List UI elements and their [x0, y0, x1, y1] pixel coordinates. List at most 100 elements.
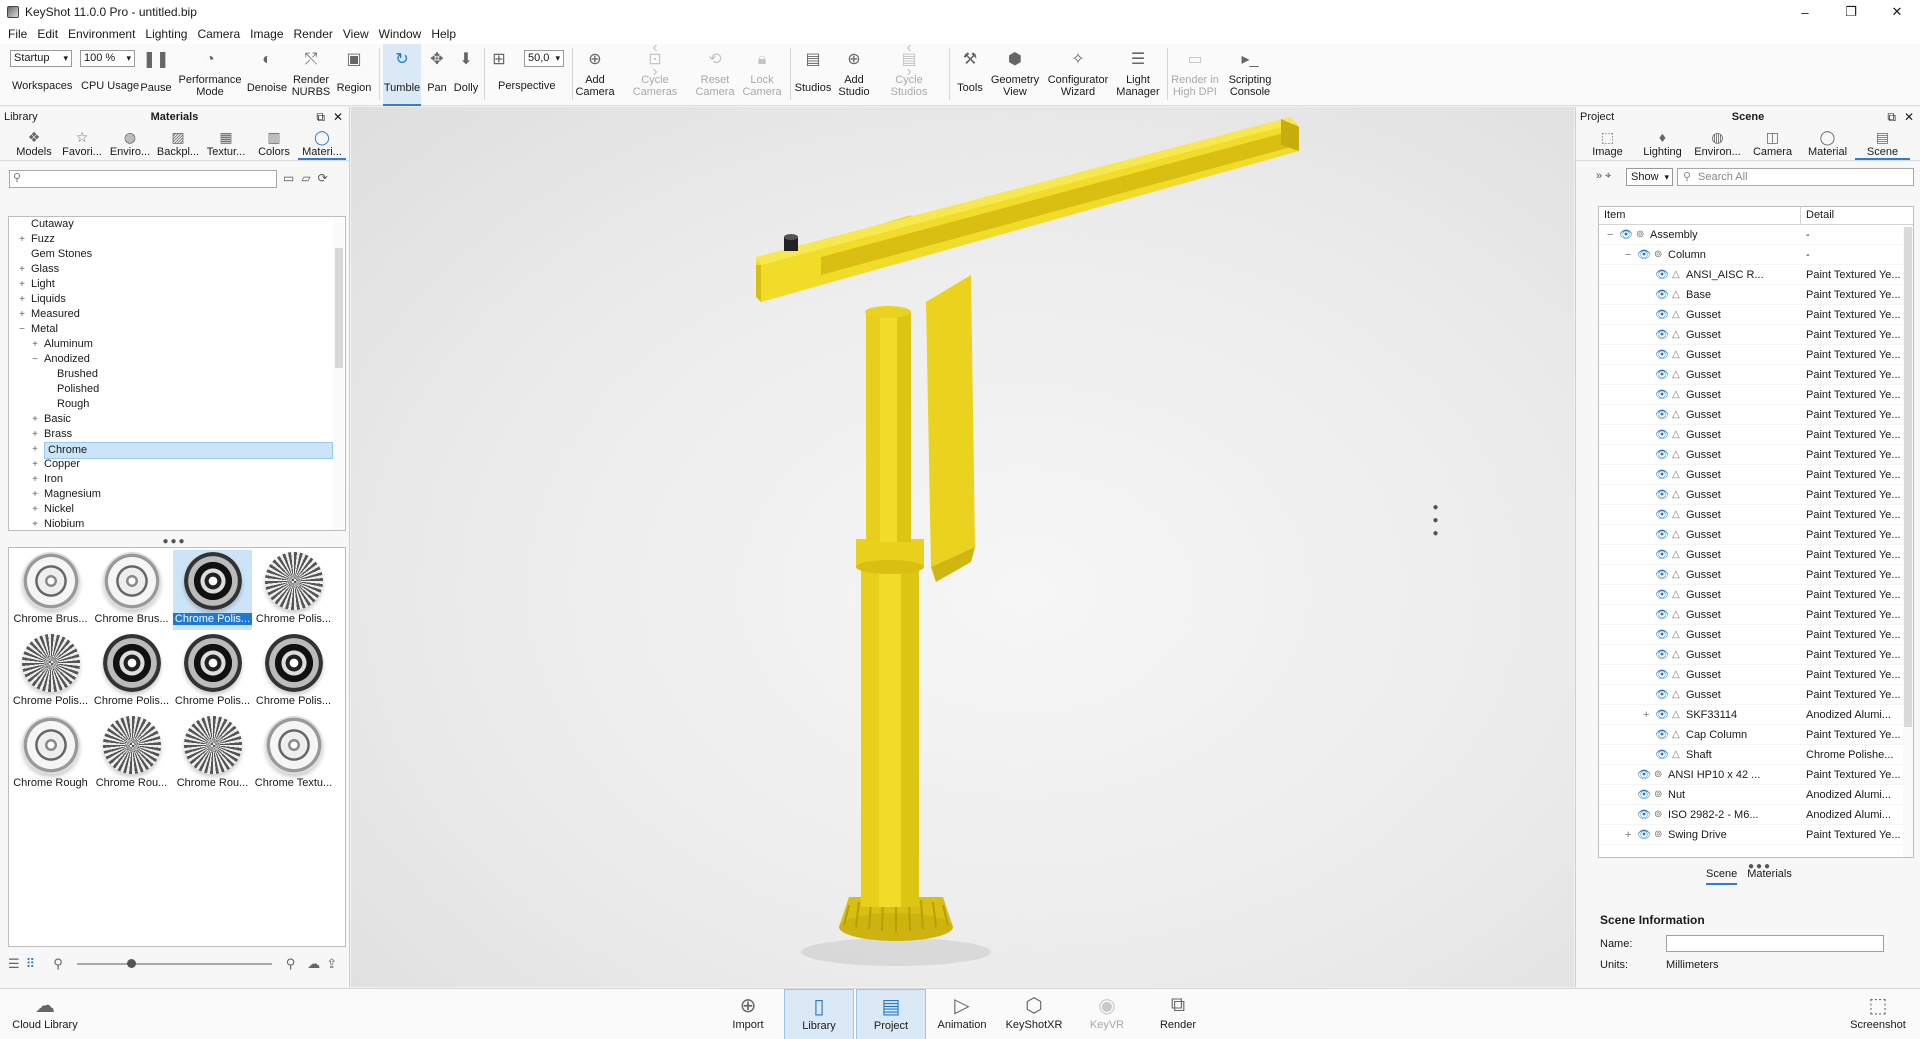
folder-icon[interactable]: ▭ [283, 171, 294, 185]
tree-item[interactable]: − Metal [9, 322, 345, 337]
cycle-cameras-button[interactable]: ‹ ⊡ › Cycle Cameras [626, 40, 684, 106]
expand-icon[interactable]: + [30, 337, 40, 352]
scene-tree-row[interactable]: 👁︎ △ Gusset Paint Textured Ye... [1599, 605, 1913, 625]
tab-scene[interactable]: ▤ Scene [1855, 127, 1910, 160]
scene-tree-row[interactable]: 👁︎ △ Gusset Paint Textured Ye... [1599, 665, 1913, 685]
tree-item[interactable]: + Brass [9, 427, 345, 442]
add-camera-button[interactable]: ⊕ Add Camera [575, 44, 615, 106]
scene-tree-row[interactable]: 👁︎ △ Gusset Paint Textured Ye... [1599, 565, 1913, 585]
detail-column-header[interactable]: Detail [1801, 207, 1834, 224]
library-toggle-button[interactable]: ▯ Library [784, 989, 854, 1039]
tab-models[interactable]: ❖ Models [10, 127, 58, 160]
viewport-splitter-handle[interactable]: ●●● [1430, 502, 1450, 541]
expand-icon[interactable]: + [30, 427, 40, 442]
zoom-out-icon[interactable]: ⚲ [53, 956, 63, 972]
tree-item[interactable]: + Light [9, 277, 345, 292]
tree-item[interactable]: Gem Stones [9, 247, 345, 262]
scene-tree-row[interactable]: 👁︎ △ Cap Column Paint Textured Ye... [1599, 725, 1913, 745]
tree-item[interactable]: + Aluminum [9, 337, 345, 352]
menu-file[interactable]: File [3, 27, 32, 41]
menu-environment[interactable]: Environment [63, 27, 140, 41]
tree-item[interactable]: + Glass [9, 262, 345, 277]
add-studio-button[interactable]: ⊕ Add Studio [836, 44, 872, 106]
fov-icon-button[interactable]: ⊞ [490, 44, 508, 106]
upload-icon[interactable]: ⇪ [326, 956, 337, 972]
tree-item[interactable]: + Copper [9, 457, 345, 472]
collapse-icon[interactable]: − [17, 322, 27, 337]
material-thumbnail[interactable]: Chrome Polis... [173, 550, 252, 630]
scene-tree-row[interactable]: 👁︎ △ Gusset Paint Textured Ye... [1599, 345, 1913, 365]
tab-environments[interactable]: ◍ Enviro... [106, 127, 154, 160]
collapse-icon[interactable]: − [1625, 245, 1631, 265]
expand-icon[interactable]: + [30, 457, 40, 472]
scene-tree-row[interactable]: − 👁︎ ⊚ Assembly - [1599, 225, 1913, 245]
visibility-eye-icon[interactable]: 👁︎ [1637, 785, 1651, 805]
scene-tree-row[interactable]: 👁︎ △ Gusset Paint Textured Ye... [1599, 545, 1913, 565]
tab-colors[interactable]: ▥ Colors [250, 127, 298, 160]
scene-tree-row[interactable]: + 👁︎ ⊚ Swing Drive Paint Textured Ye... [1599, 825, 1913, 845]
scene-tree-row[interactable]: 👁︎ △ Gusset Paint Textured Ye... [1599, 645, 1913, 665]
tree-item[interactable]: Polished [9, 382, 345, 397]
perspective-label[interactable]: Perspective [498, 80, 555, 92]
tree-item[interactable]: + Niobium [9, 517, 345, 530]
cloud-library-button[interactable]: ☁ Cloud Library [10, 989, 80, 1039]
tab-textures[interactable]: ▦ Textur... [202, 127, 250, 160]
visibility-eye-icon[interactable]: 👁︎ [1655, 385, 1669, 405]
visibility-eye-icon[interactable]: 👁︎ [1655, 625, 1669, 645]
scene-tree-row[interactable]: − 👁︎ ⊚ Column - [1599, 245, 1913, 265]
cycle-studios-button[interactable]: ‹ ▤ › Cycle Studios [880, 40, 938, 106]
light-manager-button[interactable]: ☰ Light Manager [1114, 44, 1162, 106]
tree-item[interactable]: Rough [9, 397, 345, 412]
subtab-materials[interactable]: Materials [1747, 868, 1792, 885]
cloud-upload-icon[interactable]: ☁ [307, 956, 320, 972]
tree-item[interactable]: + Nickel [9, 502, 345, 517]
scene-tree-row[interactable]: 👁︎ △ Gusset Paint Textured Ye... [1599, 625, 1913, 645]
list-view-icon[interactable]: ☰ [8, 956, 20, 972]
scrollbar-thumb[interactable] [1904, 227, 1912, 727]
expand-icon[interactable]: + [17, 292, 27, 307]
cpu-usage-select[interactable]: 100 % [80, 50, 135, 67]
material-thumbnail[interactable]: Chrome Polis... [254, 632, 333, 712]
scene-tree-row[interactable]: 👁︎ △ Gusset Paint Textured Ye... [1599, 525, 1913, 545]
scene-scrollbar[interactable] [1903, 225, 1913, 857]
performance-mode-button[interactable]: ◔ Performance Mode [176, 44, 244, 106]
expand-icon[interactable]: + [30, 502, 40, 517]
region-button[interactable]: ▣ Region [334, 44, 374, 106]
scene-tree-row[interactable]: 👁︎ △ Gusset Paint Textured Ye... [1599, 465, 1913, 485]
visibility-eye-icon[interactable]: 👁︎ [1637, 765, 1651, 785]
expand-icon[interactable]: + [1625, 825, 1631, 845]
visibility-eye-icon[interactable]: 👁︎ [1637, 805, 1651, 825]
visibility-eye-icon[interactable]: 👁︎ [1655, 265, 1669, 285]
expand-icon[interactable]: + [17, 232, 27, 247]
scene-tree-row[interactable]: 👁︎ △ Gusset Paint Textured Ye... [1599, 505, 1913, 525]
fov-input[interactable]: 50,0 [524, 50, 564, 67]
tab-camera[interactable]: ◫ Camera [1745, 127, 1800, 160]
visibility-eye-icon[interactable]: 👁︎ [1655, 525, 1669, 545]
scene-tree-row[interactable]: 👁︎ △ Gusset Paint Textured Ye... [1599, 485, 1913, 505]
tab-image[interactable]: ⬚ Image [1580, 127, 1635, 160]
tumble-button[interactable]: ↻ Tumble [383, 44, 421, 106]
material-thumbnail[interactable]: Chrome Rou... [92, 714, 171, 794]
configurator-wizard-button[interactable]: ✧ Configurator Wizard [1044, 44, 1112, 106]
scene-tree-row[interactable]: 👁︎ △ Gusset Paint Textured Ye... [1599, 365, 1913, 385]
studios-button[interactable]: ▤ Studios [792, 44, 834, 106]
refresh-icon[interactable]: ⟳ [318, 171, 328, 185]
expand-icon[interactable]: + [30, 442, 40, 457]
menu-window[interactable]: Window [374, 27, 427, 41]
tree-item[interactable]: + Basic [9, 412, 345, 427]
tree-item[interactable]: Brushed [9, 367, 345, 382]
material-thumbnail[interactable]: Chrome Brus... [92, 550, 171, 630]
material-thumbnail[interactable]: Chrome Brus... [11, 550, 90, 630]
material-thumbnail[interactable]: Chrome Textu... [254, 714, 333, 794]
tab-backplates[interactable]: ▨ Backpl... [154, 127, 202, 160]
menu-image[interactable]: Image [245, 27, 288, 41]
menu-edit[interactable]: Edit [32, 27, 63, 41]
visibility-eye-icon[interactable]: 👁︎ [1655, 745, 1669, 765]
render-viewport[interactable] [351, 107, 1574, 987]
scene-tree-row[interactable]: 👁︎ △ Gusset Paint Textured Ye... [1599, 305, 1913, 325]
scene-tree-row[interactable]: 👁︎ ⊚ ANSI HP10 x 42 ... Paint Textured Ye..… [1599, 765, 1913, 785]
visibility-eye-icon[interactable]: 👁︎ [1655, 545, 1669, 565]
visibility-eye-icon[interactable]: 👁︎ [1655, 685, 1669, 705]
visibility-eye-icon[interactable]: 👁︎ [1637, 245, 1651, 265]
geometry-view-button[interactable]: ⬢ Geometry View [989, 44, 1041, 106]
